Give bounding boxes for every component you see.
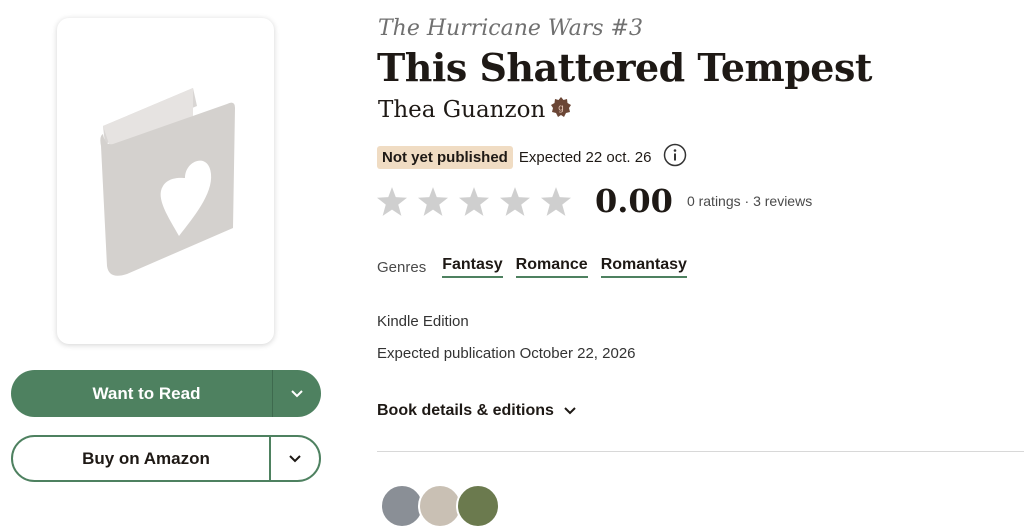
average-rating: 0.00 — [595, 182, 673, 220]
star-icon[interactable] — [377, 182, 418, 220]
author-label: Thea Guanzon — [378, 97, 546, 123]
star-icon[interactable] — [459, 182, 500, 220]
rating-row: 0.00 0 ratings · 3 reviews — [377, 182, 812, 220]
edition-format: Kindle Edition — [377, 313, 469, 330]
book-details-button[interactable]: Book details & editions — [377, 402, 576, 420]
series-link[interactable]: The Hurricane Wars #3 — [378, 16, 643, 41]
book-cover[interactable] — [57, 18, 274, 344]
book-title: This Shattered Tempest — [377, 45, 872, 90]
chevron-down-icon — [564, 407, 576, 415]
section-divider — [377, 451, 1024, 452]
want-to-read-dropdown[interactable] — [272, 370, 321, 417]
reader-avatars[interactable] — [380, 484, 500, 528]
genre-link-fantasy[interactable]: Fantasy — [442, 256, 503, 278]
buy-on-amazon-button[interactable]: Buy on Amazon — [11, 435, 321, 482]
goodreads-author-badge-icon: g — [551, 97, 572, 123]
star-icon[interactable] — [418, 182, 459, 220]
chevron-down-icon — [291, 389, 303, 397]
author-name[interactable]: Thea Guanzon g — [378, 97, 572, 123]
book-details-label: Book details & editions — [377, 402, 554, 419]
buy-dropdown[interactable] — [269, 437, 319, 480]
buy-label: Buy on Amazon — [82, 448, 210, 468]
avatar[interactable] — [456, 484, 500, 528]
star-icon[interactable] — [500, 182, 541, 220]
publication-status-row: Not yet published Expected 22 oct. 26 — [377, 143, 687, 171]
want-to-read-label: Want to Read — [92, 383, 201, 403]
star-rating[interactable] — [377, 182, 582, 220]
genres-label: Genres — [377, 258, 427, 276]
genre-link-romance[interactable]: Romance — [515, 256, 588, 278]
star-icon[interactable] — [541, 182, 582, 220]
genre-link-romantasy[interactable]: Romantasy — [600, 256, 687, 278]
genres-row: Genres Fantasy Romance Romantasy — [377, 256, 700, 278]
book-placeholder-icon — [100, 88, 235, 276]
svg-text:g: g — [558, 104, 564, 114]
chevron-down-icon — [289, 454, 301, 462]
expected-date-short: Expected 22 oct. 26 — [518, 148, 652, 166]
expected-publication: Expected publication October 22, 2026 — [377, 345, 636, 362]
info-icon[interactable] — [663, 143, 687, 171]
ratings-reviews-count[interactable]: 0 ratings · 3 reviews — [687, 193, 812, 209]
want-to-read-button[interactable]: Want to Read — [11, 370, 321, 417]
status-badge: Not yet published — [377, 145, 513, 169]
